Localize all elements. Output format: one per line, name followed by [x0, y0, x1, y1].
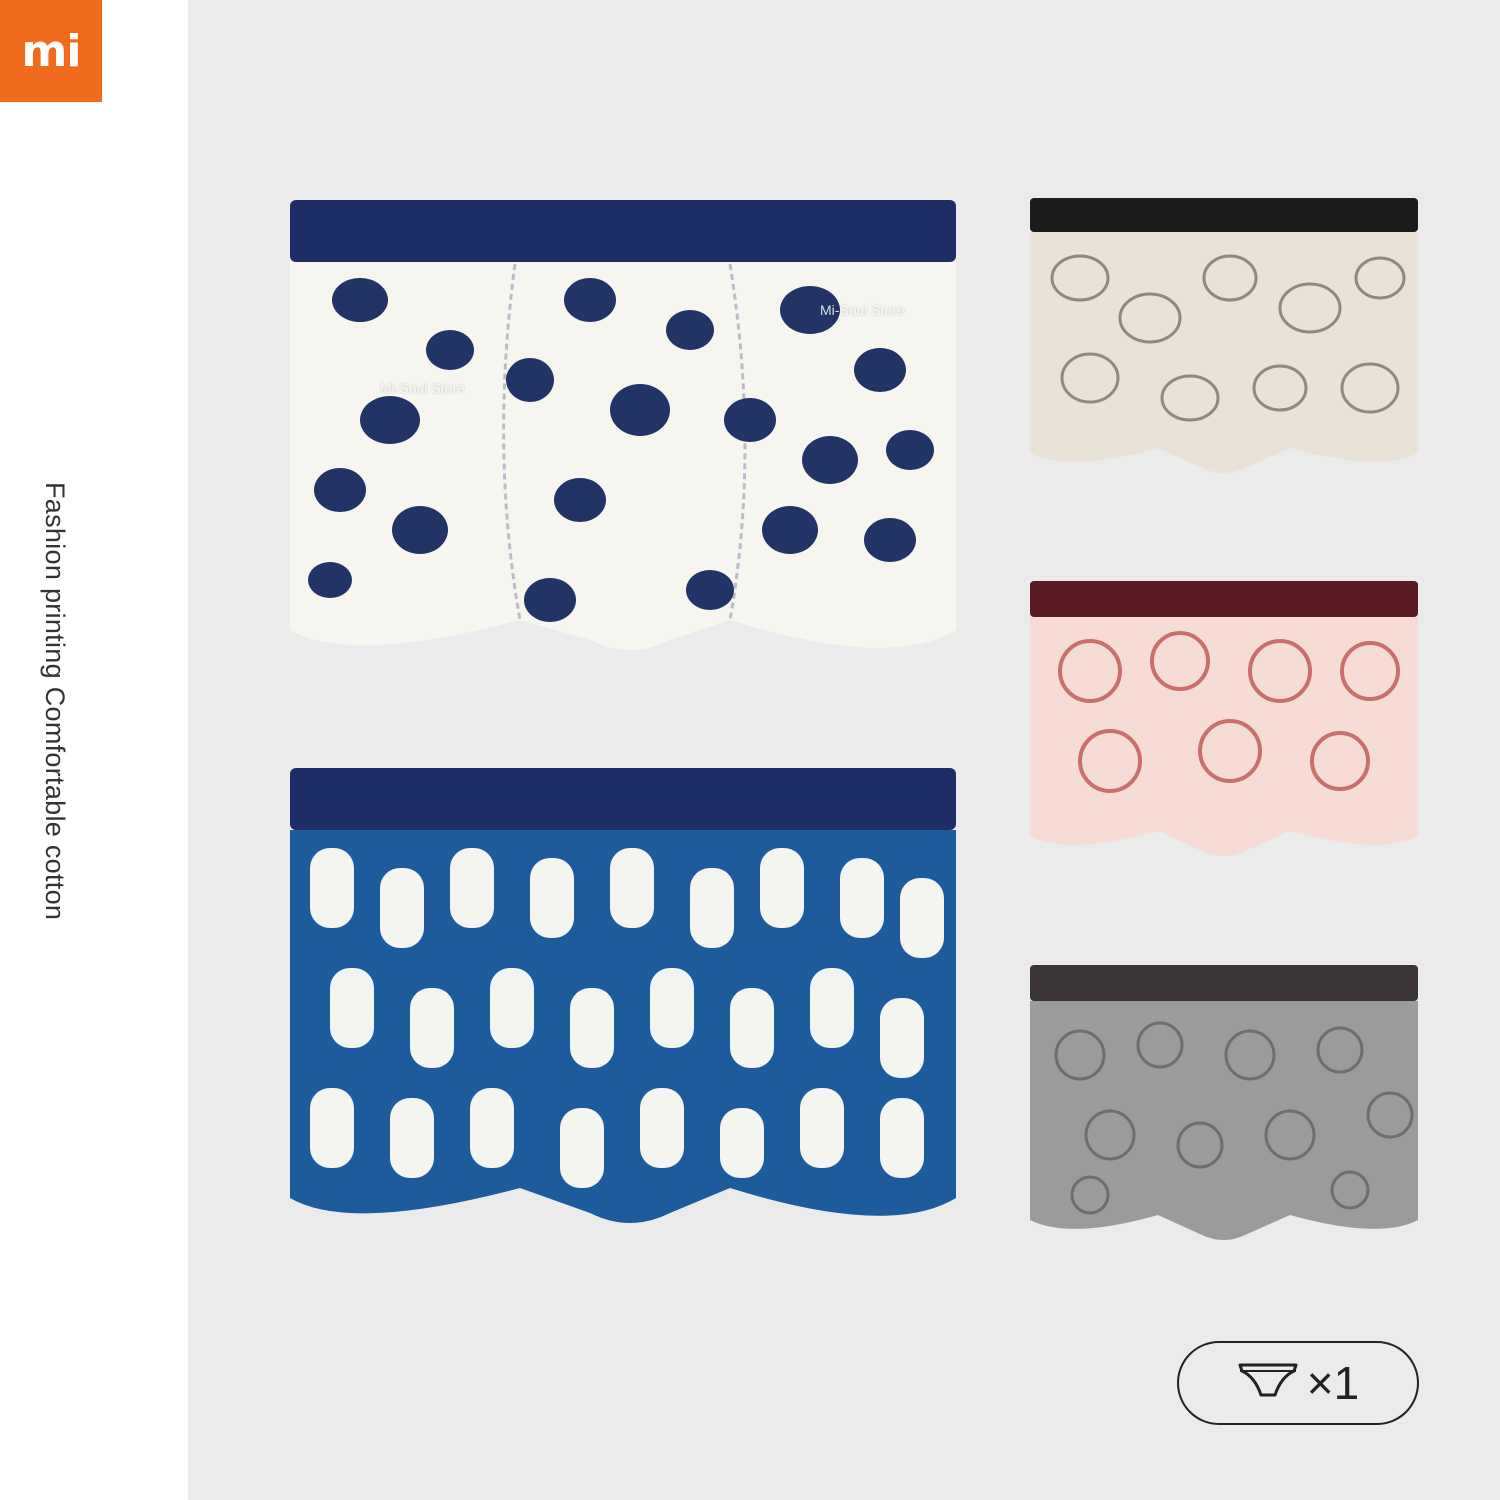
watermark-text: Mi-Soul Store: [820, 302, 905, 318]
product-white-navy-rabbit-trunks: Mi-Soul Store: [290, 200, 956, 680]
watermark-text: Mi-Soul Store: [380, 380, 465, 396]
product-blue-white-rabbit-trunks: [290, 768, 956, 1258]
product-beige-camo-trunks: Mi-Soul Store: [820, 198, 1418, 488]
quantity-label: ×1: [1306, 1357, 1360, 1409]
left-sidebar: mi Fashion printing Comfortable cotton: [0, 0, 188, 1500]
product-caption: Fashion printing Comfortable cotton: [40, 482, 70, 921]
brand-logo-text: mi: [21, 25, 82, 77]
brand-logo: mi: [0, 0, 102, 102]
product-grey-cartoon-trunks: [1030, 965, 1418, 1255]
product-pink-bear-trunks: [1030, 581, 1418, 871]
quantity-badge: ×1: [1177, 1341, 1419, 1425]
briefs-icon: [1237, 1361, 1299, 1406]
